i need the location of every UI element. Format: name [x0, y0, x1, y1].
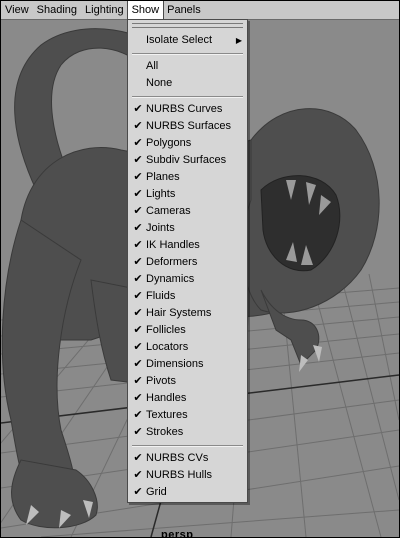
menu-item-nurbs-cvs[interactable]: ✔ NURBS CVs — [128, 450, 247, 467]
menu-item-textures[interactable]: ✔ Textures — [128, 407, 247, 424]
checkmark-icon: ✔ — [133, 256, 143, 268]
menu-item-deformers[interactable]: ✔ Deformers — [128, 254, 247, 271]
menu-separator — [132, 445, 243, 447]
menu-shading[interactable]: Shading — [33, 1, 81, 19]
checkmark-icon: ✔ — [133, 392, 143, 404]
checkmark-icon: ✔ — [133, 120, 143, 132]
menu-item-label: Hair Systems — [146, 307, 212, 319]
show-menu-dropdown: Isolate Select ▶ All None ✔ NURBS Curves ✔… — [127, 19, 248, 503]
menu-item-fluids[interactable]: ✔ Fluids — [128, 288, 247, 305]
checkmark-icon: ✔ — [133, 154, 143, 166]
checkmark-icon: ✔ — [133, 341, 143, 353]
checkmark-icon: ✔ — [133, 452, 143, 464]
menu-item-cameras[interactable]: ✔ Cameras — [128, 203, 247, 220]
menu-item-label: Cameras — [146, 205, 191, 217]
menu-separator — [132, 96, 243, 98]
menu-item-label: IK Handles — [146, 239, 200, 251]
menu-item-dynamics[interactable]: ✔ Dynamics — [128, 271, 247, 288]
menu-item-none[interactable]: None — [128, 75, 247, 92]
menu-item-label: Dimensions — [146, 358, 204, 370]
checkmark-icon: ✔ — [133, 188, 143, 200]
menu-item-label: All — [146, 60, 159, 72]
menu-item-grid[interactable]: ✔ Grid — [128, 484, 247, 501]
checkmark-icon: ✔ — [133, 375, 143, 387]
checkmark-icon: ✔ — [133, 205, 143, 217]
menu-item-joints[interactable]: ✔ Joints — [128, 220, 247, 237]
menu-item-label: Lights — [146, 188, 176, 200]
checkmark-icon: ✔ — [133, 137, 143, 149]
checkmark-icon: ✔ — [133, 222, 143, 234]
menu-item-label: Isolate Select — [146, 34, 213, 46]
menu-item-nurbs-surfaces[interactable]: ✔ NURBS Surfaces — [128, 118, 247, 135]
menu-item-label: Dynamics — [146, 273, 195, 285]
menu-item-handles[interactable]: ✔ Handles — [128, 390, 247, 407]
menu-item-nurbs-hulls[interactable]: ✔ NURBS Hulls — [128, 467, 247, 484]
checkmark-icon: ✔ — [133, 324, 143, 336]
menu-item-polygons[interactable]: ✔ Polygons — [128, 135, 247, 152]
menu-item-label: Pivots — [146, 375, 176, 387]
menu-item-lights[interactable]: ✔ Lights — [128, 186, 247, 203]
menu-item-dimensions[interactable]: ✔ Dimensions — [128, 356, 247, 373]
camera-name-label: persp — [161, 529, 194, 537]
menu-item-planes[interactable]: ✔ Planes — [128, 169, 247, 186]
menu-item-label: Textures — [146, 409, 188, 421]
checkmark-icon: ✔ — [133, 426, 143, 438]
checkmark-icon: ✔ — [133, 307, 143, 319]
submenu-arrow-icon: ▶ — [235, 36, 242, 45]
menu-tearoff-handle[interactable] — [132, 23, 243, 28]
menu-item-label: NURBS Curves — [146, 103, 223, 115]
menu-item-label: None — [146, 77, 173, 89]
checkmark-icon: ✔ — [133, 103, 143, 115]
maya-viewport-panel: persp View Shading Lighting Show Panels … — [0, 0, 400, 538]
menu-separator — [132, 53, 243, 55]
menu-item-label: Polygons — [146, 137, 192, 149]
menu-item-locators[interactable]: ✔ Locators — [128, 339, 247, 356]
menu-item-nurbs-curves[interactable]: ✔ NURBS Curves — [128, 101, 247, 118]
menu-item-isolate-select[interactable]: Isolate Select ▶ — [128, 32, 247, 49]
menu-item-label: Planes — [146, 171, 180, 183]
menu-item-ik-handles[interactable]: ✔ IK Handles — [128, 237, 247, 254]
checkmark-icon: ✔ — [133, 239, 143, 251]
menu-item-label: Deformers — [146, 256, 198, 268]
menu-item-strokes[interactable]: ✔ Strokes — [128, 424, 247, 441]
checkmark-icon: ✔ — [133, 409, 143, 421]
menu-item-label: Fluids — [146, 290, 176, 302]
menu-item-pivots[interactable]: ✔ Pivots — [128, 373, 247, 390]
menu-item-label: Locators — [146, 341, 189, 353]
menu-item-label: NURBS Hulls — [146, 469, 213, 481]
menu-panels[interactable]: Panels — [163, 1, 205, 19]
checkmark-icon: ✔ — [133, 273, 143, 285]
menu-item-label: NURBS CVs — [146, 452, 209, 464]
menu-item-label: Strokes — [146, 426, 184, 438]
checkmark-icon: ✔ — [133, 358, 143, 370]
menu-item-all[interactable]: All — [128, 58, 247, 75]
panel-menubar: View Shading Lighting Show Panels — [1, 1, 399, 20]
menu-item-label: Joints — [146, 222, 175, 234]
checkmark-icon: ✔ — [133, 486, 143, 498]
menu-item-label: NURBS Surfaces — [146, 120, 231, 132]
menu-lighting[interactable]: Lighting — [81, 1, 128, 19]
checkmark-icon: ✔ — [133, 171, 143, 183]
checkmark-icon: ✔ — [133, 290, 143, 302]
menu-item-label: Grid — [146, 486, 167, 498]
menu-item-label: Follicles — [146, 324, 186, 336]
menu-show[interactable]: Show — [126, 1, 165, 20]
menu-item-label: Subdiv Surfaces — [146, 154, 227, 166]
menu-item-hair-systems[interactable]: ✔ Hair Systems — [128, 305, 247, 322]
checkmark-icon: ✔ — [133, 469, 143, 481]
menu-item-label: Handles — [146, 392, 187, 404]
menu-view[interactable]: View — [1, 1, 33, 19]
menu-item-follicles[interactable]: ✔ Follicles — [128, 322, 247, 339]
menu-item-subdiv-surfaces[interactable]: ✔ Subdiv Surfaces — [128, 152, 247, 169]
